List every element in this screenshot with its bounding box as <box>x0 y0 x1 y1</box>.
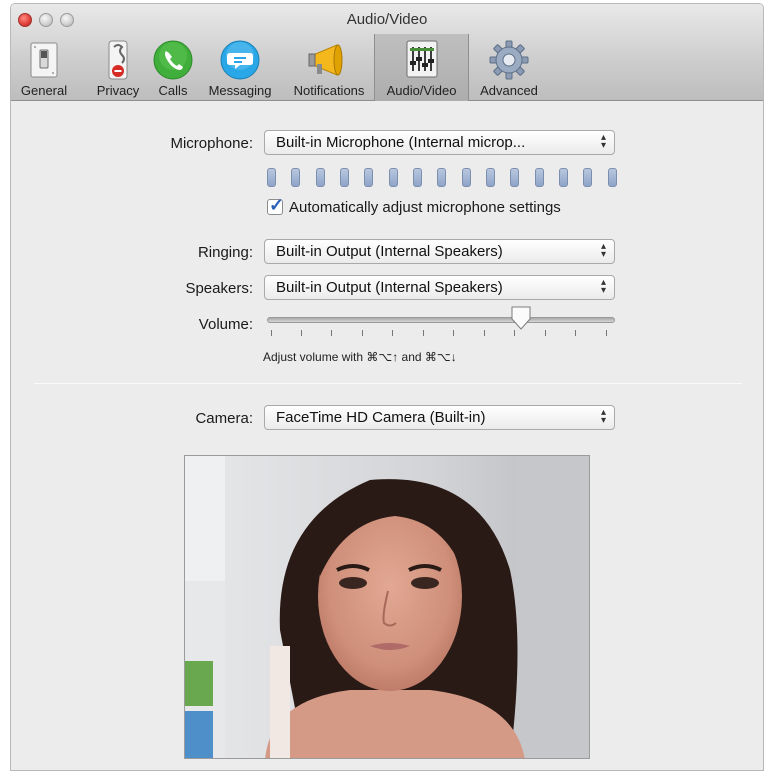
updown-arrows-icon: ▴ ▾ <box>600 277 606 296</box>
tab-audio-video-label: Audio/Video <box>386 83 457 98</box>
microphone-level-meter <box>267 168 617 188</box>
ringing-select[interactable]: Built-in Output (Internal Speakers) ▴ ▾ <box>264 239 615 264</box>
preferences-window: Audio/Video General Privacy Calls Messag… <box>10 3 764 771</box>
level-segment <box>607 168 617 187</box>
level-segment <box>534 168 544 187</box>
level-segment <box>388 168 398 187</box>
level-segment <box>340 168 350 187</box>
phone-icon <box>151 39 195 81</box>
speech-bubble-icon <box>218 39 262 81</box>
tab-calls-label: Calls <box>158 83 188 98</box>
updown-arrows-icon: ▴ ▾ <box>600 241 606 260</box>
tab-calls[interactable]: Calls <box>147 36 199 100</box>
camera-select[interactable]: FaceTime HD Camera (Built-in) ▴ ▾ <box>264 405 615 430</box>
checkmark-icon: ✓ <box>269 195 285 215</box>
auto-adjust-checkbox[interactable]: ✓ <box>267 195 284 215</box>
tab-general[interactable]: General <box>11 36 77 100</box>
level-segment <box>291 168 301 187</box>
level-segment <box>267 168 276 187</box>
volume-shortcut-hint: Adjust volume with ⌘⌥↑ and ⌘⌥↓ <box>263 350 457 364</box>
mixer-icon <box>400 39 444 81</box>
volume-slider-ticks <box>271 330 611 336</box>
preferences-toolbar: Audio/Video General Privacy Calls Messag… <box>11 4 763 101</box>
updown-arrows-icon: ▴ ▾ <box>600 407 606 426</box>
tab-general-label: General <box>20 83 68 98</box>
ringing-label: Ringing: <box>197 244 253 261</box>
volume-label: Volume: <box>198 316 253 333</box>
tab-advanced[interactable]: Advanced <box>469 36 549 100</box>
auto-adjust-label[interactable]: Automatically adjust microphone settings <box>289 199 561 216</box>
level-segment <box>510 168 520 187</box>
tab-notifications-label: Notifications <box>293 83 365 98</box>
tab-audio-video[interactable]: Audio/Video <box>374 34 469 101</box>
level-segment <box>315 168 325 187</box>
camera-preview-image <box>185 456 589 758</box>
camera-preview <box>184 455 590 759</box>
updown-arrows-icon: ▴ ▾ <box>600 132 606 151</box>
tab-notifications[interactable]: Notifications <box>281 36 377 100</box>
level-segment <box>461 168 471 187</box>
microphone-select-value: Built-in Microphone (Internal microp... <box>276 134 526 151</box>
level-segment <box>413 168 423 187</box>
privacy-switch-icon <box>96 39 140 81</box>
microphone-label: Microphone: <box>170 135 253 152</box>
level-segment <box>583 168 593 187</box>
tab-advanced-label: Advanced <box>480 83 538 98</box>
level-segment <box>364 168 374 187</box>
level-segment <box>486 168 496 187</box>
window-title: Audio/Video <box>346 11 428 28</box>
level-segment <box>437 168 447 187</box>
speakers-label: Speakers: <box>185 280 253 297</box>
tab-privacy[interactable]: Privacy <box>89 36 147 100</box>
volume-slider-track[interactable] <box>267 317 615 323</box>
tab-messaging-label: Messaging <box>208 83 272 98</box>
level-segment <box>559 168 569 187</box>
camera-select-value: FaceTime HD Camera (Built-in) <box>276 409 486 426</box>
tab-messaging[interactable]: Messaging <box>199 36 281 100</box>
gear-icon <box>487 39 531 81</box>
megaphone-icon <box>307 39 351 81</box>
switch-icon <box>22 39 66 81</box>
microphone-select[interactable]: Built-in Microphone (Internal microp... … <box>264 130 615 155</box>
speakers-select[interactable]: Built-in Output (Internal Speakers) ▴ ▾ <box>264 275 615 300</box>
section-divider <box>34 383 742 384</box>
tab-privacy-label: Privacy <box>96 83 140 98</box>
volume-slider-thumb[interactable] <box>510 305 532 331</box>
ringing-select-value: Built-in Output (Internal Speakers) <box>276 243 503 260</box>
speakers-select-value: Built-in Output (Internal Speakers) <box>276 279 503 296</box>
camera-label: Camera: <box>195 410 253 427</box>
